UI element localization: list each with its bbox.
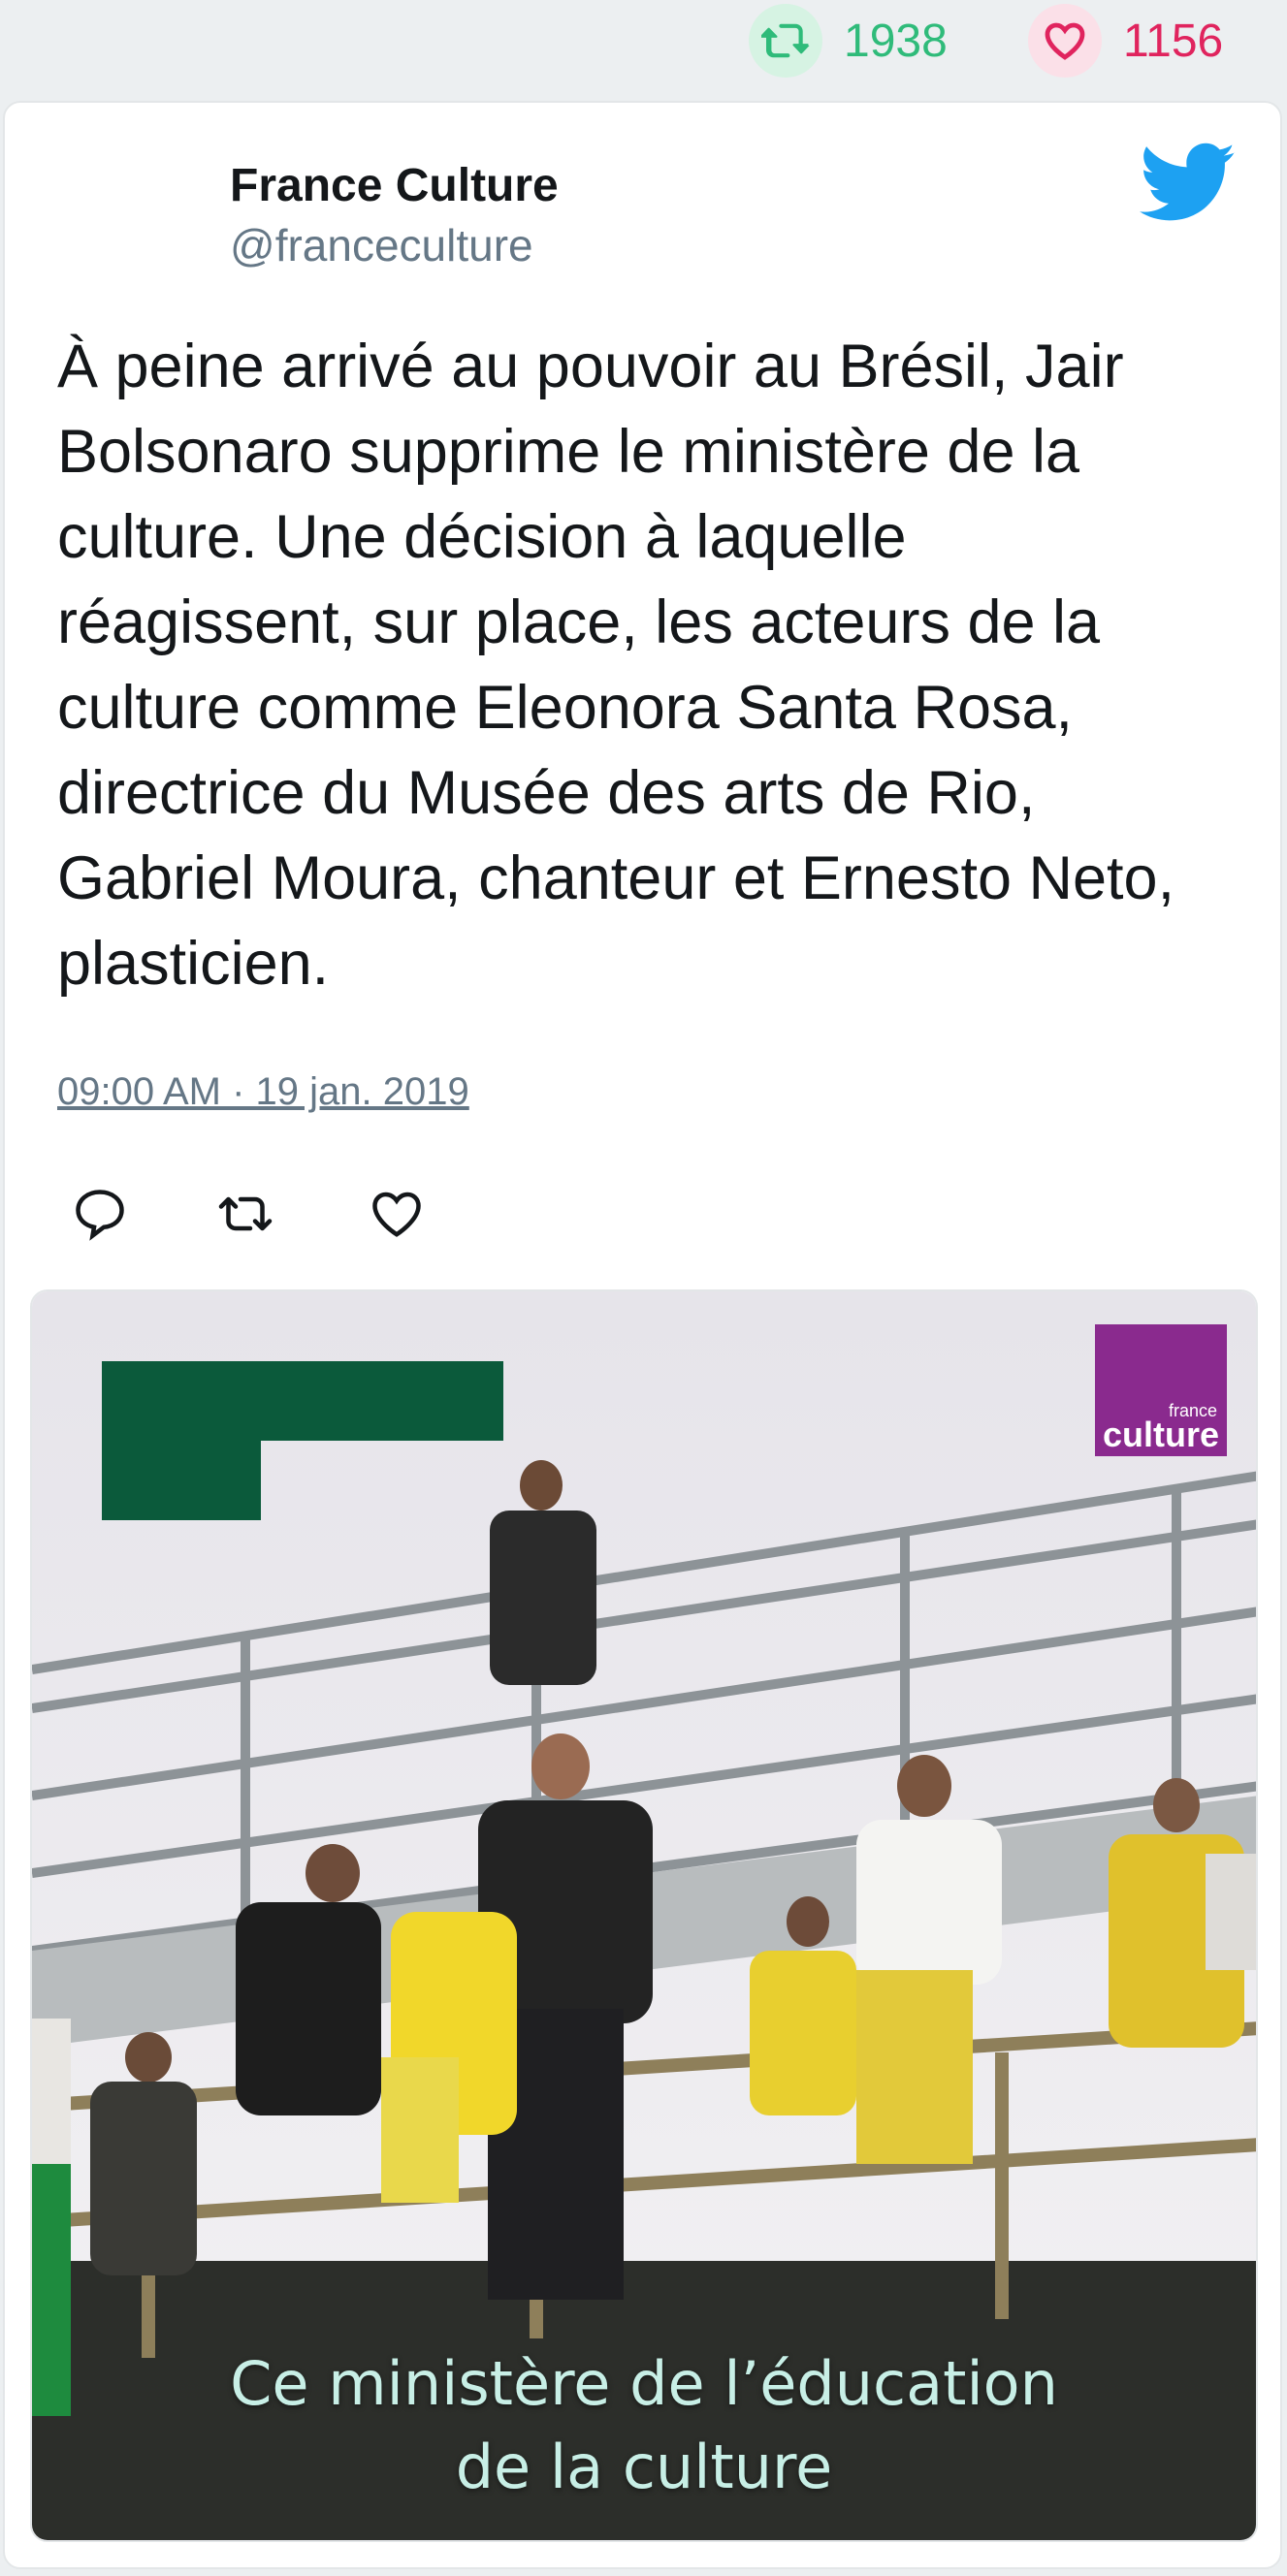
retweet-count: 1938 [844,15,948,67]
tweet-card: France Culture @franceculture À peine ar… [3,101,1282,2569]
retweet-stat[interactable]: 1938 [749,0,948,81]
reply-icon[interactable] [71,1185,129,1243]
france-culture-logo: france culture [1095,1324,1227,1456]
engagement-bar: 1938 1156 [0,0,1287,97]
like-stat[interactable]: 1156 [1028,0,1223,81]
author-handle[interactable]: @franceculture [230,219,533,271]
video-caption-line-2: de la culture [455,2432,833,2502]
twitter-bird-icon[interactable] [1140,142,1237,225]
tweet-timestamp[interactable]: 09:00 AM · 19 jan. 2019 [57,1070,469,1114]
heart-icon [1028,4,1102,78]
tweet-video[interactable]: france culture Ce ministère de l’éducati… [30,1289,1258,2542]
retweet-icon [749,4,822,78]
logo-big-text: culture [1102,1415,1219,1454]
retweet-action-icon[interactable] [216,1185,274,1243]
like-action-icon[interactable] [368,1185,426,1243]
video-caption-line-1: Ce ministère de l’éducation [230,2348,1058,2419]
like-count: 1156 [1123,15,1224,67]
tweet-text: À peine arrivé au pouvoir au Brésil, Jai… [57,333,1175,998]
author-name[interactable]: France Culture [230,159,559,212]
